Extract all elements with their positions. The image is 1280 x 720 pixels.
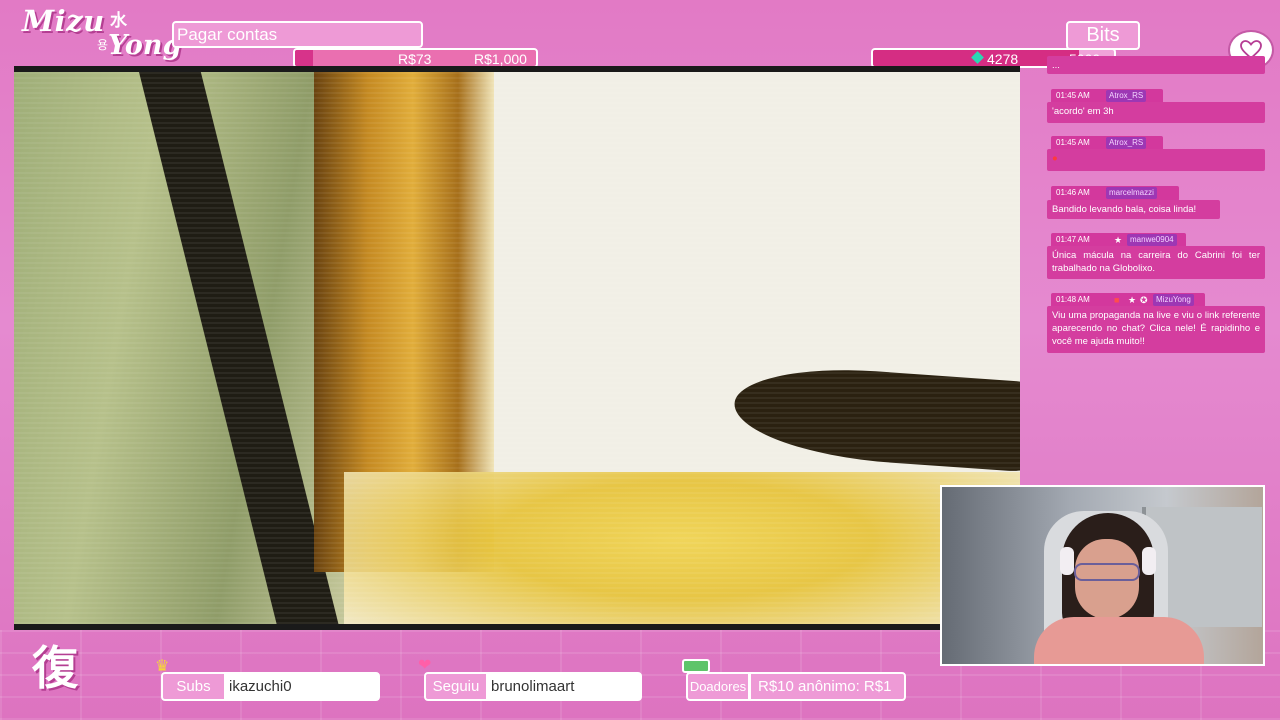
chat-username[interactable]: MizuYong <box>1153 294 1194 306</box>
bits-goal-title: Bits <box>1066 21 1140 50</box>
chat-username[interactable]: marcelmazzi <box>1106 187 1157 199</box>
chat-partial-text: ... <box>1052 60 1060 71</box>
money-goal-fill <box>295 50 313 66</box>
subs-label: Subs <box>161 672 226 701</box>
webcam-streamer-glasses <box>1074 563 1140 581</box>
logo-yong-text: Yong <box>108 30 182 61</box>
chat-username[interactable]: Atrox_RS <box>1106 137 1147 149</box>
chat-time: 01:46 AM <box>1056 188 1090 197</box>
chat-message-text: Única mácula na carreira do Cabrini foi … <box>1047 246 1265 279</box>
logo-mizu-text: Mizu <box>22 4 105 38</box>
chat-message-text: 'acordo' em 3h <box>1047 102 1265 123</box>
chat-username[interactable]: Atrox_RS <box>1106 90 1147 102</box>
chat-time: 01:45 AM <box>1056 91 1090 100</box>
star-badge-icon: ★ <box>1114 235 1123 245</box>
chat-time: 01:47 AM <box>1056 235 1090 244</box>
webcam-feed <box>940 485 1265 666</box>
follow-value: brunolimaart <box>487 672 642 701</box>
crown-icon: ♛ <box>155 656 170 675</box>
chat-message-text: Viu uma propaganda na live e viu o link … <box>1047 306 1265 353</box>
chat-time: 01:48 AM <box>1056 295 1090 304</box>
headphone-left <box>1060 547 1074 575</box>
money-goal-target: R$1,000 <box>474 51 527 67</box>
money-goal-title: Pagar contas <box>172 21 423 48</box>
logo-hangul: 용 <box>97 38 109 52</box>
money-icon <box>682 659 710 673</box>
money-goal-bar: R$73 R$1,000 <box>293 48 538 68</box>
star-badge-icon: ★ <box>1128 295 1137 305</box>
webcam-streamer-body <box>1034 617 1204 664</box>
chat-message-header: 01:46 AM marcelmazzi <box>1051 186 1179 201</box>
logo-kanji: 水 <box>110 11 127 31</box>
video-badge-icon: ■ <box>1114 295 1120 305</box>
fuku-kanji-badge: 復 <box>32 641 78 695</box>
money-goal-current: R$73 <box>398 51 432 67</box>
chat-message-text: Bandido levando bala, coisa linda! <box>1047 200 1220 219</box>
bits-goal-current: 4278 <box>987 51 1019 67</box>
headphone-right <box>1142 547 1156 575</box>
chat-partial-message: ... <box>1047 56 1265 74</box>
channel-logo: Mizu 水 용 Yong <box>22 4 181 66</box>
donors-value: R$10 anônimo: R$1 <box>749 672 906 701</box>
subs-value: ikazuchi0 <box>225 672 380 701</box>
donors-label: Doadores <box>686 672 750 701</box>
heart-icon: ❤ <box>418 655 432 674</box>
chat-message-text: ● <box>1047 149 1265 171</box>
verified-badge-icon: ✪ <box>1140 295 1148 305</box>
follow-label: Seguiu <box>424 672 488 701</box>
video-scanlines <box>14 72 1020 624</box>
chat-time: 01:45 AM <box>1056 138 1090 147</box>
chat-username[interactable]: manwe0904 <box>1127 234 1177 246</box>
stream-video <box>14 66 1020 630</box>
chat-panel[interactable]: ... 01:45 AM Atrox_RS 'acordo' em 3h 01:… <box>1043 56 1265 356</box>
